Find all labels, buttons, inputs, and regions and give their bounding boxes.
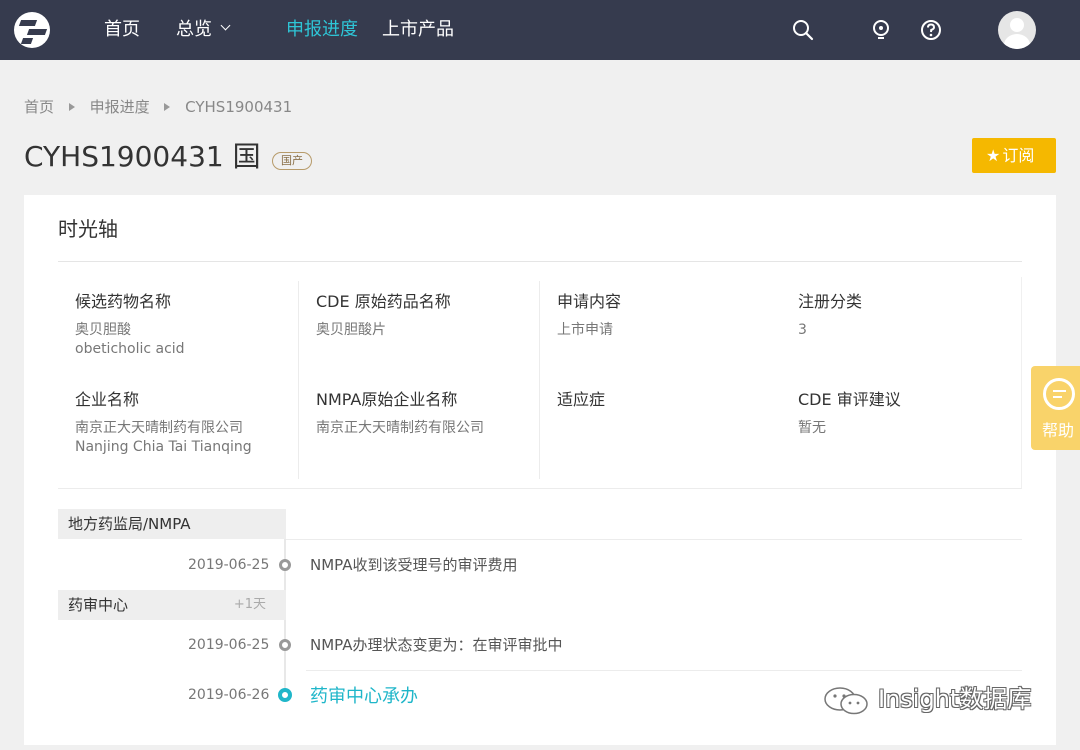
divider bbox=[539, 281, 540, 479]
breadcrumb-progress[interactable]: 申报进度 bbox=[90, 97, 150, 117]
chevron-down-icon[interactable] bbox=[220, 20, 231, 31]
timeline-group-label: 药审中心 bbox=[68, 596, 129, 614]
logo-icon[interactable] bbox=[14, 12, 50, 48]
help-tab[interactable]: 帮助 bbox=[1031, 366, 1080, 450]
timeline-card: 时光轴 候选药物名称 奥贝胆酸 obeticholic acid CDE 原始药… bbox=[24, 195, 1056, 745]
info-label-cde-drug-name: CDE 原始药品名称 bbox=[316, 292, 451, 311]
timeline-date: 2019-06-25 bbox=[188, 557, 270, 573]
top-navbar: 首页 总览 申报进度 上市产品 bbox=[0, 0, 1080, 60]
breadcrumb-home[interactable]: 首页 bbox=[24, 97, 54, 117]
info-label-cde-suggestion: CDE 审评建议 bbox=[798, 390, 901, 409]
divider bbox=[286, 539, 1022, 540]
wechat-icon bbox=[824, 687, 868, 715]
timeline-group-duration: +1天 bbox=[233, 597, 266, 612]
info-value-registration-class: 3 bbox=[798, 322, 807, 338]
breadcrumb-separator-icon bbox=[68, 102, 75, 111]
timeline-current-dot-icon bbox=[278, 688, 292, 702]
nav-item-overview[interactable]: 总览 bbox=[176, 18, 212, 42]
timeline-group: 药审中心 +1天 bbox=[58, 590, 286, 620]
info-value-company: 南京正大天晴制药有限公司 bbox=[75, 420, 243, 436]
info-label-company: 企业名称 bbox=[75, 390, 140, 409]
nav-item-products[interactable]: 上市产品 bbox=[382, 18, 454, 42]
breadcrumb: 首页 申报进度 CYHS1900431 bbox=[24, 96, 292, 117]
card-title: 时光轴 bbox=[58, 217, 118, 241]
page-title: CYHS1900431 国 bbox=[24, 140, 261, 173]
star-icon: ★ bbox=[986, 146, 1001, 165]
avatar[interactable] bbox=[998, 11, 1036, 49]
info-value-company-en: Nanjing Chia Tai Tianqing bbox=[75, 439, 252, 455]
timeline-event-text: NMPA收到该受理号的审评费用 bbox=[310, 556, 518, 574]
info-grid: 候选药物名称 奥贝胆酸 obeticholic acid CDE 原始药品名称 … bbox=[58, 277, 1022, 489]
timeline-dot-icon bbox=[279, 639, 291, 651]
timeline-group-label: 地方药监局/NMPA bbox=[68, 515, 191, 533]
timeline-event-text-current: 药审中心承办 bbox=[310, 686, 418, 707]
info-value-application: 上市申请 bbox=[557, 322, 613, 338]
timeline-date: 2019-06-25 bbox=[188, 637, 270, 653]
info-label-registration-class: 注册分类 bbox=[798, 292, 863, 311]
timeline-date: 2019-06-26 bbox=[188, 687, 270, 703]
help-circle-icon[interactable] bbox=[920, 19, 942, 41]
timeline-group: 地方药监局/NMPA bbox=[58, 509, 286, 539]
info-label-drug-name: 候选药物名称 bbox=[75, 292, 172, 311]
help-label: 帮助 bbox=[1042, 421, 1075, 440]
info-value-nmpa-company: 南京正大天晴制药有限公司 bbox=[316, 420, 484, 436]
breadcrumb-separator-icon bbox=[164, 102, 171, 111]
divider bbox=[58, 261, 1022, 262]
info-value-cde-drug-name: 奥贝胆酸片 bbox=[316, 322, 386, 338]
info-label-nmpa-company: NMPA原始企业名称 bbox=[316, 390, 458, 409]
nav-item-progress[interactable]: 申报进度 bbox=[286, 18, 358, 42]
lightbulb-icon[interactable] bbox=[870, 19, 892, 41]
info-value-drug-name-en: obeticholic acid bbox=[75, 341, 185, 357]
nav-item-home[interactable]: 首页 bbox=[104, 18, 140, 42]
divider bbox=[298, 281, 299, 479]
info-label-application: 申请内容 bbox=[557, 292, 622, 311]
search-icon[interactable] bbox=[792, 19, 814, 41]
origin-badge: 国产 bbox=[272, 152, 312, 170]
info-value-cde-suggestion: 暂无 bbox=[798, 420, 826, 436]
divider bbox=[306, 670, 1022, 671]
timeline-event-text: NMPA办理状态变更为：在审评审批中 bbox=[310, 636, 563, 654]
breadcrumb-current: CYHS1900431 bbox=[185, 97, 293, 116]
chat-icon bbox=[1043, 378, 1075, 410]
info-value-drug-name: 奥贝胆酸 bbox=[75, 322, 131, 338]
watermark-text: Insight数据库 bbox=[878, 685, 1032, 713]
subscribe-label: 订阅 bbox=[1002, 146, 1035, 165]
timeline-dot-icon bbox=[279, 559, 291, 571]
info-label-indication: 适应症 bbox=[557, 390, 606, 409]
subscribe-button[interactable]: ★ 订阅 bbox=[972, 138, 1056, 173]
